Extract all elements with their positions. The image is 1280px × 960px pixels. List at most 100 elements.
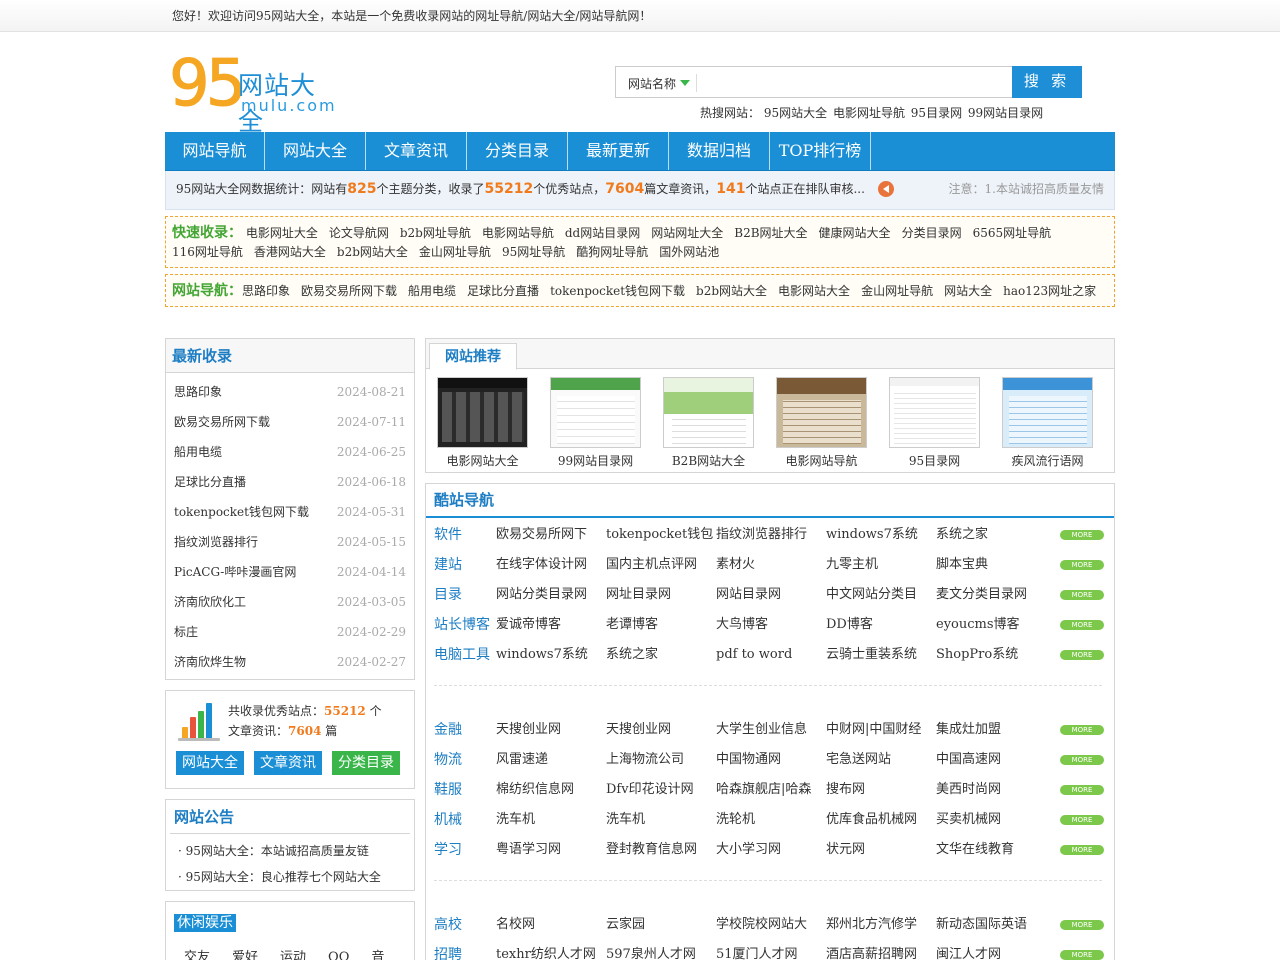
more-button[interactable]: MORE bbox=[1060, 725, 1104, 735]
quick-link[interactable]: B2B网址大全 bbox=[734, 226, 807, 240]
quick-link[interactable]: dd网站目录网 bbox=[565, 226, 640, 240]
cool-link[interactable]: 老谭博客 bbox=[606, 610, 716, 640]
latest-item[interactable]: 思路印象 2024-08-21 bbox=[166, 377, 414, 407]
sitenav-link[interactable]: 欧易交易所网下载 bbox=[301, 284, 397, 298]
quick-link[interactable]: 国外网站池 bbox=[659, 245, 719, 259]
quick-link[interactable]: 116网址导航 bbox=[172, 245, 243, 259]
latest-item[interactable]: 足球比分直播 2024-06-18 bbox=[166, 467, 414, 497]
hot-link[interactable]: 99网站目录网 bbox=[968, 106, 1043, 120]
cool-link[interactable]: ShopPro系统 bbox=[936, 640, 1046, 670]
latest-item-name[interactable]: 标庄 bbox=[174, 617, 198, 647]
cool-link[interactable]: 云骑士重装系统 bbox=[826, 640, 936, 670]
cool-link[interactable]: 大学生创业信息 bbox=[716, 715, 826, 745]
more-button[interactable]: MORE bbox=[1060, 785, 1104, 795]
cool-link[interactable]: 学校院校网站大 bbox=[716, 910, 826, 940]
cool-link[interactable]: 上海物流公司 bbox=[606, 745, 716, 775]
cool-link[interactable]: 系统之家 bbox=[606, 640, 716, 670]
cool-link[interactable]: 九零主机 bbox=[826, 550, 936, 580]
cool-category[interactable]: 电脑工具 bbox=[426, 640, 496, 670]
cool-link[interactable]: 新动态国际英语 bbox=[936, 910, 1046, 940]
more-button[interactable]: MORE bbox=[1060, 620, 1104, 630]
sitenav-link[interactable]: 网站大全 bbox=[944, 284, 992, 298]
nav-item-articles[interactable]: 文章资讯 bbox=[366, 132, 467, 170]
cool-category[interactable]: 目录 bbox=[426, 580, 496, 610]
cool-link[interactable]: 美西时尚网 bbox=[936, 775, 1046, 805]
sitenav-link[interactable]: tokenpocket钱包网下载 bbox=[550, 284, 685, 298]
recommend-item[interactable]: 疾风流行语网 bbox=[991, 377, 1104, 469]
sitenav-link[interactable]: hao123网址之家 bbox=[1003, 284, 1096, 298]
quick-link[interactable]: 分类目录网 bbox=[902, 226, 962, 240]
cool-link[interactable]: 风雷速递 bbox=[496, 745, 606, 775]
more-button[interactable]: MORE bbox=[1060, 920, 1104, 930]
cool-link[interactable]: 大小学习网 bbox=[716, 835, 826, 865]
cool-link[interactable]: 中国物通网 bbox=[716, 745, 826, 775]
latest-item[interactable]: 船用电缆 2024-06-25 bbox=[166, 437, 414, 467]
cool-link[interactable]: eyoucms博客 bbox=[936, 610, 1046, 640]
search-type-select[interactable]: 网站名称 bbox=[628, 75, 691, 92]
cool-link[interactable]: 天搜创业网 bbox=[496, 715, 606, 745]
cool-link[interactable]: 指纹浏览器排行 bbox=[716, 520, 826, 550]
quick-link[interactable]: 香港网站大全 bbox=[254, 245, 326, 259]
cool-link[interactable]: tokenpocket钱包 bbox=[606, 520, 716, 550]
cool-link[interactable]: 棉纺织信息网 bbox=[496, 775, 606, 805]
latest-item-name[interactable]: 欧易交易所网下载 bbox=[174, 407, 270, 437]
cool-link[interactable]: 集成灶加盟 bbox=[936, 715, 1046, 745]
cool-link[interactable]: 宅急送网站 bbox=[826, 745, 936, 775]
sitenav-link[interactable]: b2b网站大全 bbox=[696, 284, 767, 298]
latest-item[interactable]: 济南欣欣化工 2024-03-05 bbox=[166, 587, 414, 617]
cool-link[interactable]: 网址目录网 bbox=[606, 580, 716, 610]
more-button[interactable]: MORE bbox=[1060, 530, 1104, 540]
cool-link[interactable]: 文华在线教育 bbox=[936, 835, 1046, 865]
latest-item-name[interactable]: 指纹浏览器排行 bbox=[174, 527, 258, 557]
quick-link[interactable]: 健康网站大全 bbox=[819, 226, 891, 240]
more-button[interactable]: MORE bbox=[1060, 590, 1104, 600]
cool-link[interactable]: 洗轮机 bbox=[716, 805, 826, 835]
sitenav-link[interactable]: 电影网站大全 bbox=[778, 284, 850, 298]
latest-item[interactable]: tokenpocket钱包网下载 2024-05-31 bbox=[166, 497, 414, 527]
nav-item-categories[interactable]: 分类目录 bbox=[467, 132, 568, 170]
announce-item[interactable]: · 95网站大全：本站诚招高质量友链 bbox=[166, 838, 414, 864]
cool-link[interactable]: DD博客 bbox=[826, 610, 936, 640]
tab-recommend[interactable]: 网站推荐 bbox=[429, 343, 517, 370]
more-button[interactable]: MORE bbox=[1060, 560, 1104, 570]
latest-item[interactable]: 欧易交易所网下载 2024-07-11 bbox=[166, 407, 414, 437]
cool-link[interactable]: 名校网 bbox=[496, 910, 606, 940]
cool-category[interactable]: 物流 bbox=[426, 745, 496, 775]
fun-tag[interactable]: 交友 bbox=[184, 950, 210, 960]
cool-link[interactable]: 中文网站分类目 bbox=[826, 580, 936, 610]
nav-item-latest[interactable]: 最新更新 bbox=[568, 132, 669, 170]
quick-link[interactable]: 网站网址大全 bbox=[651, 226, 723, 240]
fun-tag[interactable]: 运动 bbox=[280, 950, 306, 960]
nav-item-archive[interactable]: 数据归档 bbox=[669, 132, 770, 170]
cool-category[interactable]: 高校 bbox=[426, 910, 496, 940]
site-logo[interactable]: 95 网站大全 mulu.com bbox=[168, 52, 339, 137]
cool-link[interactable]: windows7系统 bbox=[496, 640, 606, 670]
cool-link[interactable]: 中财网|中国财经 bbox=[826, 715, 936, 745]
latest-item[interactable]: PicACG-哔咔漫画官网 2024-04-14 bbox=[166, 557, 414, 587]
cool-category[interactable]: 机械 bbox=[426, 805, 496, 835]
cool-link[interactable]: 天搜创业网 bbox=[606, 715, 716, 745]
sitenav-link[interactable]: 足球比分直播 bbox=[467, 284, 539, 298]
more-button[interactable]: MORE bbox=[1060, 815, 1104, 825]
cool-link[interactable]: 洗车机 bbox=[496, 805, 606, 835]
cool-category[interactable]: 招聘 bbox=[426, 940, 496, 960]
cool-link[interactable]: 爱诚帝博客 bbox=[496, 610, 606, 640]
cool-category[interactable]: 鞋服 bbox=[426, 775, 496, 805]
cool-link[interactable]: 酒店高薪招聘网 bbox=[826, 940, 936, 960]
cool-link[interactable]: 买卖机械网 bbox=[936, 805, 1046, 835]
cool-link[interactable]: 郑州北方汽修学 bbox=[826, 910, 936, 940]
sitenav-link[interactable]: 思路印象 bbox=[242, 284, 290, 298]
quick-link[interactable]: b2b网站大全 bbox=[337, 245, 408, 259]
fun-tag[interactable]: 爱好 bbox=[232, 950, 258, 960]
latest-item-name[interactable]: 济南欣烨生物 bbox=[174, 647, 246, 677]
cool-link[interactable]: 网站目录网 bbox=[716, 580, 826, 610]
cool-link[interactable]: 优库食品机械网 bbox=[826, 805, 936, 835]
cool-link[interactable]: 搜布网 bbox=[826, 775, 936, 805]
more-button[interactable]: MORE bbox=[1060, 950, 1104, 960]
latest-item-name[interactable]: 思路印象 bbox=[174, 377, 222, 407]
latest-item-name[interactable]: 济南欣欣化工 bbox=[174, 587, 246, 617]
cool-link[interactable]: 闽江人才网 bbox=[936, 940, 1046, 960]
site-directory-button[interactable]: 网站大全 bbox=[176, 751, 244, 775]
hot-link[interactable]: 95网站大全 bbox=[764, 106, 827, 120]
quick-link[interactable]: 电影网站导航 bbox=[482, 226, 554, 240]
